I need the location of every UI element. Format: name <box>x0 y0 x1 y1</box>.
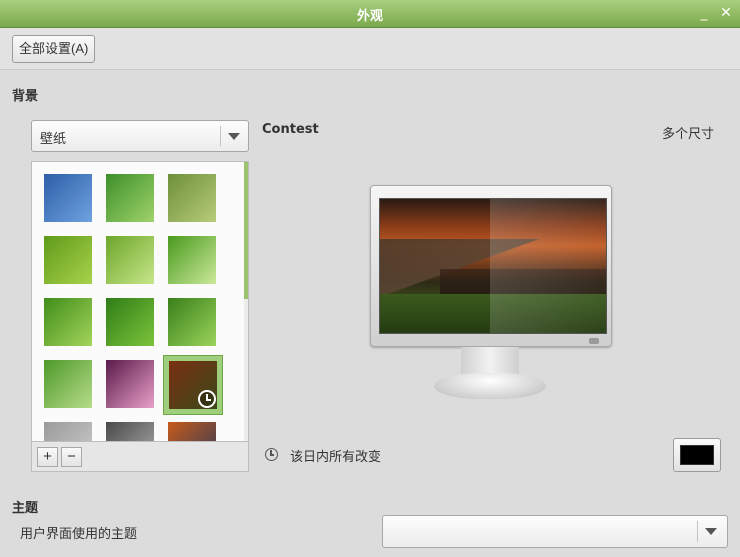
gallery-scrollbar-thumb[interactable] <box>244 162 248 299</box>
wallpaper-thumbnail-image <box>44 360 92 408</box>
toolbar: 全部设置(A) <box>0 28 740 70</box>
background-source-select[interactable]: 壁纸 <box>31 120 249 152</box>
wallpaper-name: Contest <box>262 122 319 137</box>
title-bar: 外观 _ ✕ <box>0 0 740 28</box>
wallpaper-thumbnail-image <box>44 174 92 222</box>
window-title: 外观 <box>356 9 383 24</box>
wallpaper-contest-thumb[interactable] <box>163 355 223 415</box>
wallpaper-green-swirl-thumb[interactable] <box>105 173 155 223</box>
slideshow-change-label: 该日内所有改变 <box>290 450 382 465</box>
chevron-down-icon <box>228 133 240 140</box>
power-button-icon <box>589 338 599 344</box>
wallpaper-green-bokeh-thumb[interactable] <box>43 297 93 347</box>
color-swatch <box>680 445 714 465</box>
all-settings-button[interactable]: 全部设置(A) <box>12 35 96 63</box>
wallpaper-preview-monitor <box>368 185 613 405</box>
add-wallpaper-button[interactable]: + <box>37 447 58 467</box>
wallpaper-thumbnail-image <box>106 360 154 408</box>
minimize-icon[interactable]: _ <box>696 5 712 21</box>
wallpaper-blue-thumb[interactable] <box>43 173 93 223</box>
theme-select[interactable] <box>382 515 728 548</box>
wallpaper-thumbnail-image <box>106 422 154 441</box>
wallpaper-thumbnail-image <box>168 174 216 222</box>
wallpaper-gray-thumb[interactable] <box>43 421 93 441</box>
wallpaper-gallery[interactable] <box>31 161 249 442</box>
wallpaper-sunset-thumb[interactable] <box>167 421 217 441</box>
wallpaper-thumbnail-image <box>44 298 92 346</box>
theme-label: 用户界面使用的主题 <box>20 527 138 542</box>
remove-wallpaper-button[interactable]: − <box>61 447 82 467</box>
wallpaper-thumbnail-image <box>44 422 92 441</box>
wallpaper-size-label: 多个尺寸 <box>662 127 715 142</box>
gallery-scrollbar[interactable] <box>244 162 248 441</box>
wallpaper-preview-image <box>379 198 607 334</box>
clock-icon <box>198 390 216 408</box>
wallpaper-olive-thumb[interactable] <box>167 173 217 223</box>
wallpaper-thumbnail-image <box>168 236 216 284</box>
close-icon[interactable]: ✕ <box>718 5 734 21</box>
background-section-title: 背景 <box>12 89 39 104</box>
monitor-bezel <box>370 185 612 347</box>
background-source-value: 壁纸 <box>40 132 67 147</box>
background-color-button[interactable] <box>673 438 721 472</box>
wallpaper-thumbnail-image <box>44 236 92 284</box>
wallpaper-leaf-thumb[interactable] <box>105 297 155 347</box>
wallpaper-thumbnail-image <box>106 236 154 284</box>
wallpaper-green-curve-thumb[interactable] <box>105 235 155 285</box>
chevron-down-icon <box>705 528 717 535</box>
wallpaper-thumbnail-image <box>168 298 216 346</box>
theme-section-title: 主题 <box>12 501 39 516</box>
clock-icon <box>265 448 278 461</box>
monitor-base <box>434 373 546 399</box>
wallpaper-stones-thumb[interactable] <box>105 421 155 441</box>
wallpaper-thumbnail-image <box>106 298 154 346</box>
wallpaper-pink-glow-thumb[interactable] <box>105 359 155 409</box>
gallery-toolbar: + − <box>31 442 249 472</box>
wallpaper-green-rays-thumb[interactable] <box>167 235 217 285</box>
wallpaper-grass-thumb[interactable] <box>43 359 93 409</box>
wallpaper-green-texture-thumb[interactable] <box>43 235 93 285</box>
wallpaper-thumbnail-image <box>168 422 216 441</box>
wallpaper-dewdrop-thumb[interactable] <box>167 297 217 347</box>
wallpaper-thumbnail-image <box>106 174 154 222</box>
